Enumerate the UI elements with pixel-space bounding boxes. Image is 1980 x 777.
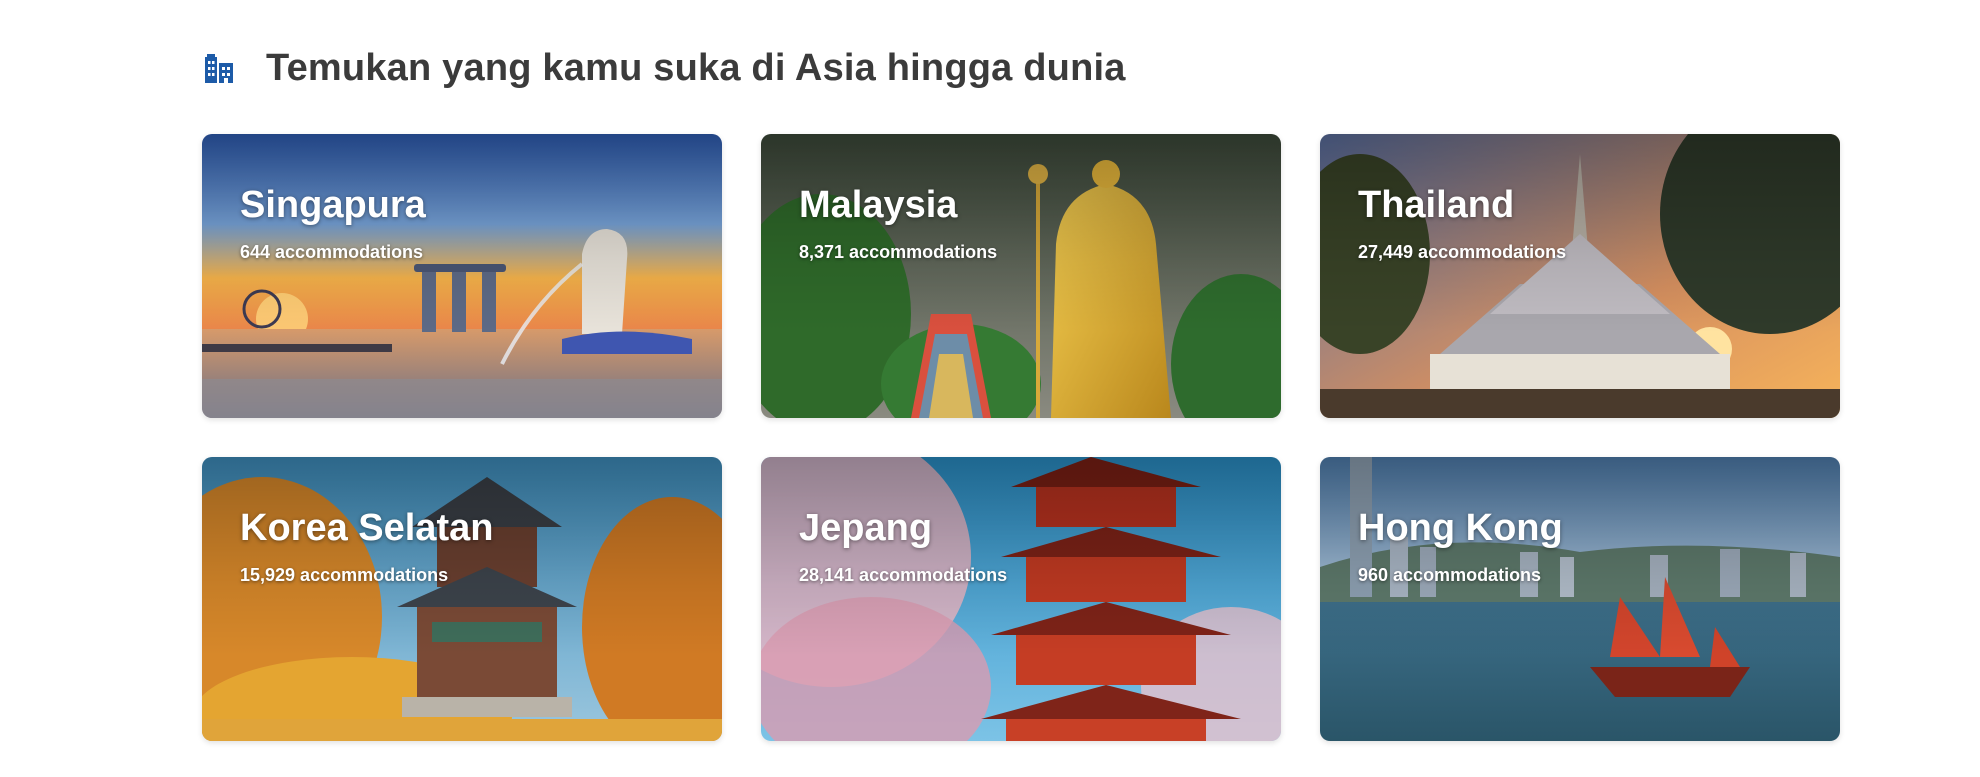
section-header: Temukan yang kamu suka di Asia hingga du… bbox=[202, 44, 1126, 92]
destination-card-jepang[interactable]: Jepang 28,141 accommodations bbox=[761, 457, 1281, 741]
accommodation-count: 28,141 accommodations bbox=[799, 565, 1008, 585]
accommodation-count: 27,449 accommodations bbox=[1358, 242, 1567, 262]
destination-card-singapura[interactable]: Singapura 644 accommodations bbox=[202, 134, 722, 418]
accommodation-count: 15,929 accommodations bbox=[240, 565, 449, 585]
destination-name: Thailand bbox=[1358, 184, 1515, 226]
accommodation-count: 960 accommodations bbox=[1358, 565, 1542, 585]
destination-name: Korea Selatan bbox=[240, 507, 494, 549]
destination-card-hong-kong[interactable]: Hong Kong 960 accommodations bbox=[1320, 457, 1840, 741]
destination-name: Hong Kong bbox=[1358, 507, 1563, 549]
destination-name: Singapura bbox=[240, 184, 426, 226]
destination-card-korea-selatan[interactable]: Korea Selatan 15,929 accommodations bbox=[202, 457, 722, 741]
destination-name: Malaysia bbox=[799, 184, 958, 226]
section-title: Temukan yang kamu suka di Asia hingga du… bbox=[266, 46, 1126, 89]
destination-name: Jepang bbox=[799, 507, 933, 549]
destination-grid: Singapura 644 accommodations Malaysia 8,… bbox=[202, 134, 1840, 741]
accommodation-count: 8,371 accommodations bbox=[799, 242, 998, 262]
accommodation-count: 644 accommodations bbox=[240, 242, 424, 262]
building-icon bbox=[202, 51, 236, 85]
destination-card-malaysia[interactable]: Malaysia 8,371 accommodations bbox=[761, 134, 1281, 418]
destination-card-thailand[interactable]: Thailand 27,449 accommodations bbox=[1320, 134, 1840, 418]
